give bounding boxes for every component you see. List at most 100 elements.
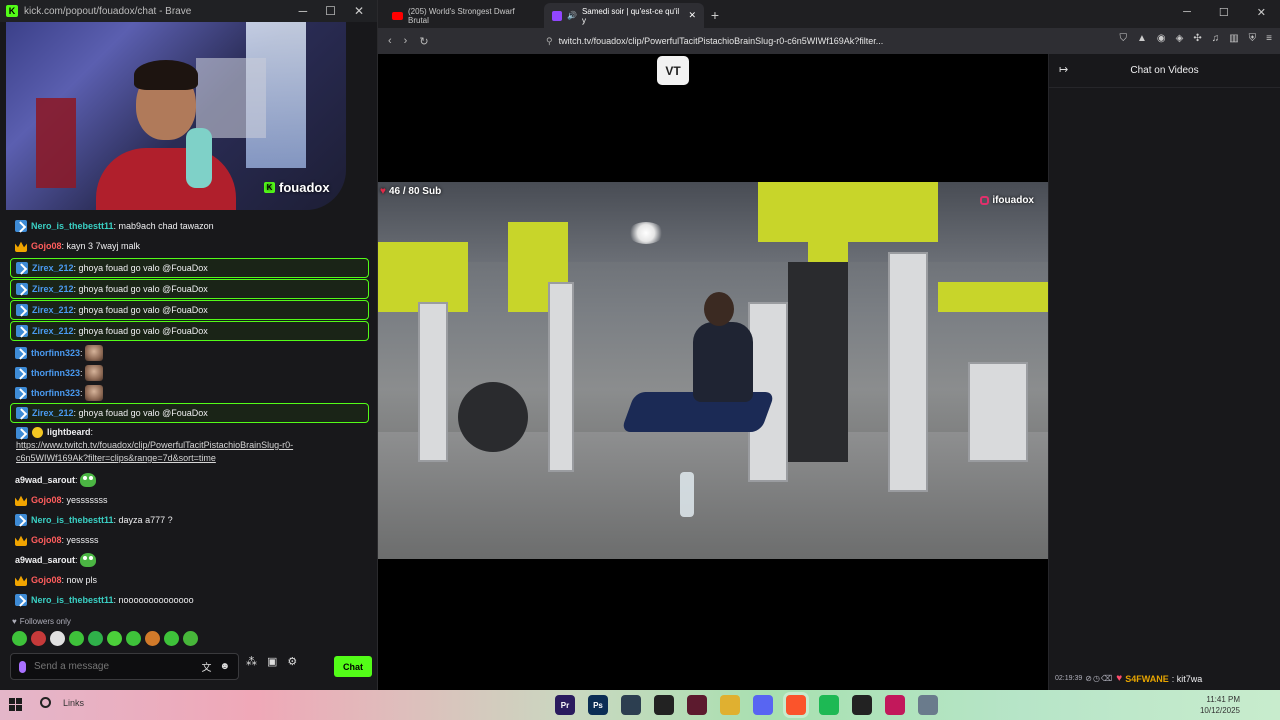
chat-username[interactable]: a9wad_sarout [15,554,75,566]
taskbar-app-icon[interactable]: Ps [588,695,608,715]
emote-icon[interactable] [183,631,198,646]
chat-username[interactable]: Nero_is_thebestt11 [31,594,114,606]
url-text[interactable]: twitch.tv/fouadox/clip/PowerfulTacitPist… [559,36,884,46]
chat-username[interactable]: lightbeard [47,426,91,439]
taskbar-app-icon[interactable] [819,695,839,715]
emote-icon[interactable] [12,631,27,646]
chat-username[interactable]: Nero_is_thebestt11 [31,514,114,526]
maximize-icon[interactable]: ☐ [325,4,336,18]
chat-message[interactable]: Gojo08: now pls [10,570,370,590]
chat-message[interactable]: Nero_is_thebestt11: dayza a777 ? [10,510,370,530]
message-input[interactable] [34,661,194,672]
collapse-arrow-icon[interactable]: ↦ [1059,63,1068,76]
tab-twitch[interactable]: 🔊 Samedi soir | qu'est-ce qu'il y ✕ [544,3,704,28]
chat-username[interactable]: Gojo08 [31,574,62,586]
emote-icon[interactable] [50,631,65,646]
chat-message[interactable]: thorfinn323: [10,343,370,363]
site-info-icon[interactable]: ⚲ [546,36,553,47]
video-player[interactable]: VT ♥ 46 / 80 Sub ifouadox [378,54,1048,690]
emote-icon[interactable] [107,631,122,646]
brave-rewards-icon[interactable]: ▲ [1137,33,1147,44]
emote-icon[interactable] [126,631,141,646]
taskbar-app-icon[interactable] [654,695,674,715]
gym-video-frame[interactable]: ♥ 46 / 80 Sub ifouadox [378,182,1048,559]
emote-icon[interactable] [164,631,179,646]
chat-message[interactable]: Nero_is_thebestt11: noooooooooooooo [10,590,370,610]
emote-icon[interactable] [145,631,160,646]
chat-username[interactable]: Zirex_212 [32,325,74,337]
tab-close-icon[interactable]: ✕ [688,10,696,21]
chat-username[interactable]: Zirex_212 [32,407,74,419]
chat-message-link[interactable]: lightbeard: https://www.twitch.tv/fouadox… [16,426,366,465]
chat-link[interactable]: https://www.twitch.tv/fouadox/clip/Power… [16,439,366,452]
chat-username[interactable]: thorfinn323 [31,367,80,379]
back-icon[interactable]: ‹ [388,35,392,47]
chat-message[interactable]: Gojo08: kayn 3 7wayj malk [10,236,370,256]
message-username[interactable]: S4FWANE [1125,674,1169,684]
chat-username[interactable]: Zirex_212 [32,283,74,295]
address-bar[interactable]: ⚲ twitch.tv/fouadox/clip/PowerfulTacitPi… [546,30,964,52]
chat-message[interactable]: thorfinn323: [10,363,370,383]
share-icon[interactable]: ⁂ [246,655,257,668]
maximize-icon[interactable]: ☐ [1219,6,1229,19]
chat-send-button[interactable]: Chat [334,656,372,677]
media-icon[interactable]: ♫ [1212,33,1220,44]
brave-shield-icon[interactable]: ⛉ [1119,33,1127,44]
windows-start-icon[interactable] [9,698,22,711]
settings-gear-icon[interactable]: ⚙ [287,655,297,668]
menu-icon[interactable]: ≡ [1266,33,1272,44]
taskbar-app-icon[interactable] [786,695,806,715]
new-tab-button[interactable]: + [704,3,726,28]
speaker-icon[interactable]: 🔊 [567,11,577,20]
taskbar-app-icon[interactable]: Pr [555,695,575,715]
taskbar-app-icon[interactable] [885,695,905,715]
chat-message-list[interactable]: Nero_is_thebestt11: mab9ach chad tawazon… [0,200,374,610]
close-icon[interactable]: ✕ [354,4,364,18]
chat-username[interactable]: thorfinn323 [31,347,80,359]
chat-message[interactable]: a9wad_sarout: [10,470,370,490]
extension-icon[interactable]: ◉ [1157,33,1166,44]
chat-message[interactable]: Gojo08: yesssss [10,530,370,550]
mod-actions-icons[interactable]: ⊘◷⌫ [1085,674,1113,683]
extension-icon[interactable]: ◈ [1176,33,1184,44]
taskbar-app-icon[interactable] [720,695,740,715]
sidebar-icon[interactable]: ▥ [1229,33,1238,44]
taskbar-app-icon[interactable] [621,695,641,715]
chat-message[interactable]: thorfinn323: [10,383,370,403]
chat-username[interactable]: Nero_is_thebestt11 [31,220,114,232]
taskbar-app-icon[interactable] [918,695,938,715]
tab-youtube[interactable]: (205) World's Strongest Dwarf Brutal [384,3,544,28]
mic-icon[interactable] [19,660,26,673]
chat-message[interactable]: Gojo08: yesssssss [10,490,370,510]
chat-message[interactable]: Nero_is_thebestt11: mab9ach chad tawazon [10,216,370,236]
chat-username[interactable]: Gojo08 [31,494,62,506]
chat-username[interactable]: a9wad_sarout [15,474,75,486]
chat-username[interactable]: Zirex_212 [32,262,74,274]
chat-message[interactable]: Zirex_212: ghoya fouad go valo @FouaDox [10,258,369,278]
emote-icon[interactable] [88,631,103,646]
taskbar-app-icon[interactable] [852,695,872,715]
chat-username[interactable]: Gojo08 [31,534,62,546]
taskbar-app-icon[interactable] [753,695,773,715]
vpn-icon[interactable]: ⛨ [1249,33,1257,44]
reload-icon[interactable]: ↻ [419,35,428,48]
chat-message[interactable]: Zirex_212: ghoya fouad go valo @FouaDox [10,321,369,341]
emote-icon[interactable] [69,631,84,646]
minimize-icon[interactable]: ─ [1183,6,1191,19]
chat-username[interactable]: Zirex_212 [32,304,74,316]
chat-username[interactable]: thorfinn323 [31,387,80,399]
taskbar-search[interactable]: Links [40,697,84,708]
extensions-puzzle-icon[interactable]: ✣ [1193,33,1201,44]
taskbar-app-icon[interactable] [687,695,707,715]
gift-icon[interactable]: ▣ [267,655,277,668]
chat-message[interactable]: a9wad_sarout: [10,550,370,570]
chat-message[interactable]: Zirex_212: ghoya fouad go valo @FouaDox [10,300,369,320]
emoji-icon[interactable]: ☻ [219,661,230,672]
taskbar-clock[interactable]: 11:41 PM 10/12/2025 [1200,694,1240,716]
translate-icon[interactable]: 文 [201,659,211,674]
chat-message[interactable]: Zirex_212: ghoya fouad go valo @FouaDox [10,279,369,299]
chat-username[interactable]: Gojo08 [31,240,62,252]
minimize-icon[interactable]: ─ [299,4,308,18]
chat-link[interactable]: c6n5WIWf169Ak?filter=clips&range=7d&sort… [16,452,366,465]
forward-icon[interactable]: › [404,35,408,47]
